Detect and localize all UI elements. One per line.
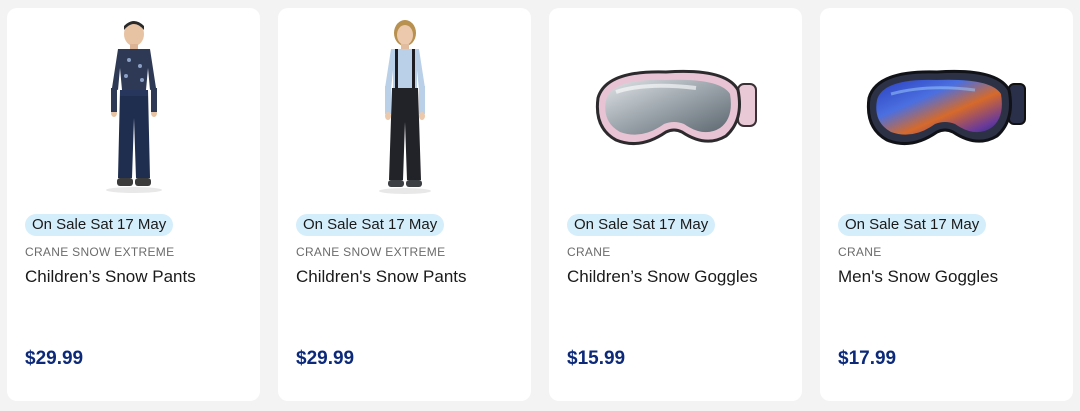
product-card[interactable]: On Sale Sat 17 May CRANE Men's Snow Gogg… xyxy=(820,8,1073,401)
product-title[interactable]: Children’s Snow Goggles xyxy=(567,266,758,288)
product-title[interactable]: Men's Snow Goggles xyxy=(838,266,998,288)
sale-date-badge: On Sale Sat 17 May xyxy=(25,214,174,236)
boy-snow-pants-image xyxy=(105,21,162,193)
product-brand: CRANE SNOW EXTREME xyxy=(296,245,446,259)
pink-snow-goggles-image xyxy=(595,69,757,146)
product-brand: CRANE xyxy=(838,245,882,259)
sale-date-badge: On Sale Sat 17 May xyxy=(567,214,716,236)
product-image[interactable] xyxy=(820,8,1073,208)
product-image[interactable] xyxy=(278,8,531,208)
sale-date-badge: On Sale Sat 17 May xyxy=(296,214,445,236)
product-price: $29.99 xyxy=(25,348,84,369)
product-card[interactable]: On Sale Sat 17 May CRANE SNOW EXTREME Ch… xyxy=(278,8,531,401)
sale-date-badge: On Sale Sat 17 May xyxy=(838,214,987,236)
blue-mirror-snow-goggles-image xyxy=(866,69,1026,146)
product-brand: CRANE SNOW EXTREME xyxy=(25,245,175,259)
product-grid: On Sale Sat 17 May CRANE SNOW EXTREME Ch… xyxy=(7,8,1073,401)
product-brand: CRANE xyxy=(567,245,611,259)
product-price: $29.99 xyxy=(296,348,355,369)
girl-snow-pants-image xyxy=(378,20,431,194)
product-card[interactable]: On Sale Sat 17 May CRANE SNOW EXTREME Ch… xyxy=(7,8,260,401)
product-price: $17.99 xyxy=(838,348,897,369)
product-card[interactable]: On Sale Sat 17 May CRANE Children’s Snow… xyxy=(549,8,802,401)
product-title[interactable]: Children’s Snow Pants xyxy=(25,266,196,288)
product-price: $15.99 xyxy=(567,348,626,369)
product-image[interactable] xyxy=(7,8,260,208)
product-title[interactable]: Children's Snow Pants xyxy=(296,266,467,288)
product-image[interactable] xyxy=(549,8,802,208)
